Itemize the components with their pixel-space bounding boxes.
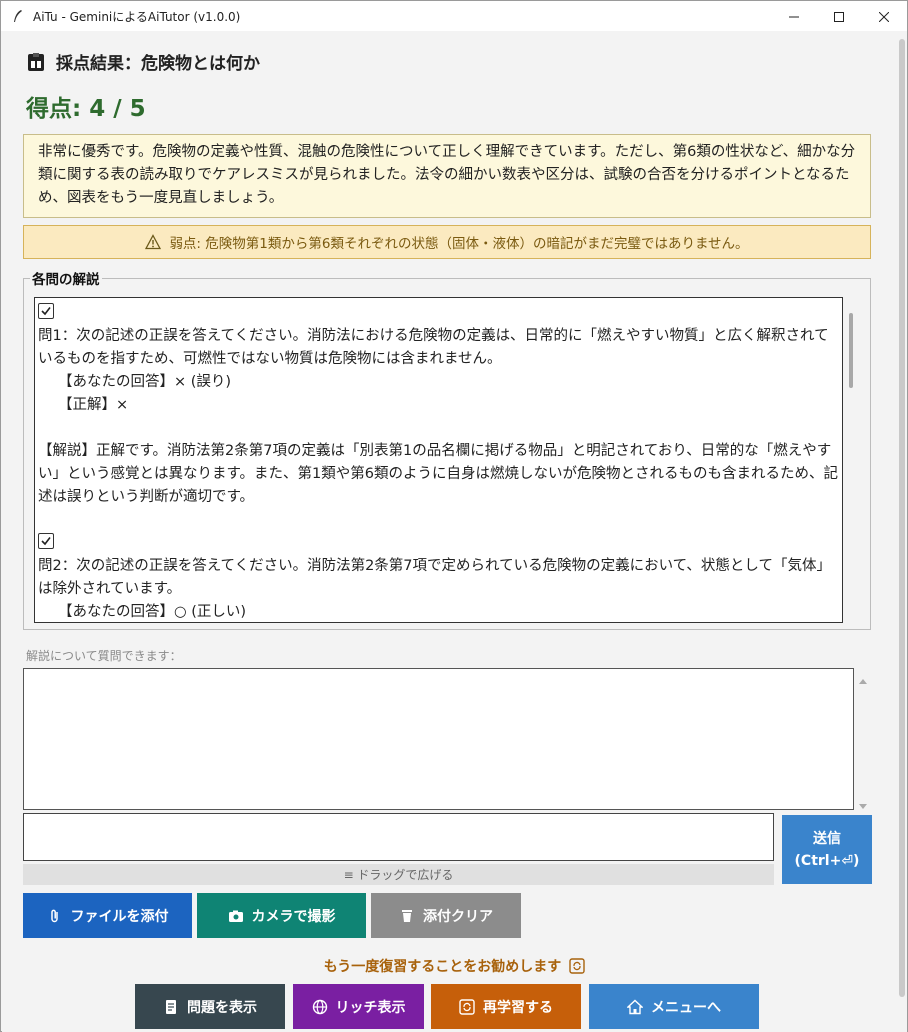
home-icon (627, 999, 643, 1015)
close-button[interactable] (861, 1, 907, 31)
maximize-button[interactable] (816, 1, 862, 31)
q2-question: 問2：次の記述の正誤を答えてください。消防法第2条第7項で定められている危険物の… (38, 558, 831, 597)
q1-correct: 【正解】× (58, 397, 129, 413)
feather-icon (11, 9, 25, 23)
ask-label: 解説について質問できます： (26, 649, 182, 663)
chat-history[interactable] (23, 668, 854, 810)
explanations-scrollbar[interactable] (849, 313, 853, 388)
result-heading: 採点結果：危険物とは何か (26, 49, 260, 74)
rich-view-button[interactable]: リッチ表示 (293, 984, 424, 1029)
relearn-label: 再学習する (483, 999, 553, 1016)
window-title: AiTu - GeminiによるAiTutor (v1.0.0) (33, 9, 241, 24)
checkbox-icon (38, 532, 842, 555)
rich-view-label: リッチ表示 (335, 999, 406, 1016)
clipboard-icon (26, 52, 46, 72)
summary-box: 非常に優秀です。危険物の定義や性質、混触の危険性について正しく理解できています。… (23, 134, 871, 218)
minimize-icon (789, 7, 799, 26)
app-window: AiTu - GeminiによるAiTutor (v1.0.0) 採点結果：危険… (0, 0, 908, 1032)
trash-icon (399, 908, 415, 924)
weak-point-text: 弱点: 危険物第1類から第6類それぞれの状態（固体・液体）の暗記がまだ完璧ではあ… (169, 236, 749, 252)
document-icon (163, 999, 179, 1015)
recommend-text: もう一度復習することをお勧めします (323, 959, 562, 975)
scroll-up-icon[interactable] (858, 671, 868, 684)
menu-button[interactable]: メニューへ (589, 984, 759, 1029)
question-input[interactable] (23, 813, 774, 861)
checkbox-icon (38, 302, 842, 325)
main-content: 採点結果：危険物とは何か 得点: 4 / 5 非常に優秀です。危険物の定義や性質… (2, 31, 907, 1032)
q1-question: 問1：次の記述の正誤を答えてください。消防法における危険物の定義は、日常的に「燃… (38, 328, 829, 367)
paperclip-icon (47, 908, 63, 924)
title-bar: AiTu - GeminiによるAiTutor (v1.0.0) (1, 1, 907, 31)
scroll-down-icon[interactable] (858, 797, 868, 809)
show-questions-button[interactable]: 問題を表示 (135, 984, 285, 1029)
menu-label: メニューへ (651, 999, 721, 1016)
explanations-legend: 各問の解説 (30, 268, 102, 288)
result-title: 採点結果：危険物とは何か (56, 54, 260, 74)
q1-commentary: 【解説】正解です。消防法第2条第7項の定義は「別表第1の品名欄に掲げる物品」と明… (38, 443, 838, 505)
attach-file-button[interactable]: ファイルを添付 (23, 893, 192, 938)
drag-handle[interactable]: ≡ ドラッグで広げる (23, 864, 774, 885)
explanations-textbox[interactable]: 問1：次の記述の正誤を答えてください。消防法における危険物の定義は、日常的に「燃… (34, 297, 843, 623)
show-questions-label: 問題を表示 (187, 999, 257, 1016)
send-button[interactable]: 送信 (Ctrl+⏎) (782, 815, 872, 884)
relearn-button[interactable]: 再学習する (431, 984, 581, 1029)
refresh-icon (569, 958, 585, 974)
clear-attachment-button[interactable]: 添付クリア (371, 893, 521, 938)
close-icon (878, 7, 890, 26)
send-label: 送信 (813, 830, 841, 847)
q1-your-answer: 【あなたの回答】× (誤り) (58, 374, 232, 390)
maximize-icon (834, 7, 844, 26)
warning-icon (145, 234, 162, 250)
main-scrollbar[interactable] (899, 39, 905, 997)
send-shortcut: (Ctrl+⏎) (794, 852, 860, 869)
globe-icon (312, 999, 328, 1015)
camera-label: カメラで撮影 (251, 908, 336, 925)
recommend-message: もう一度復習することをお勧めします (2, 956, 907, 976)
clear-attachment-label: 添付クリア (423, 908, 493, 925)
q2-your-answer: 【あなたの回答】○ (正しい) (58, 604, 247, 620)
refresh-icon (459, 998, 475, 1015)
camera-icon (228, 908, 244, 924)
attach-file-label: ファイルを添付 (70, 908, 169, 925)
weak-point-banner: 弱点: 危険物第1類から第6類それぞれの状態（固体・液体）の暗記がまだ完璧ではあ… (23, 225, 871, 259)
score-display: 得点: 4 / 5 (26, 96, 146, 122)
camera-button[interactable]: カメラで撮影 (197, 893, 366, 938)
minimize-button[interactable] (771, 1, 817, 31)
